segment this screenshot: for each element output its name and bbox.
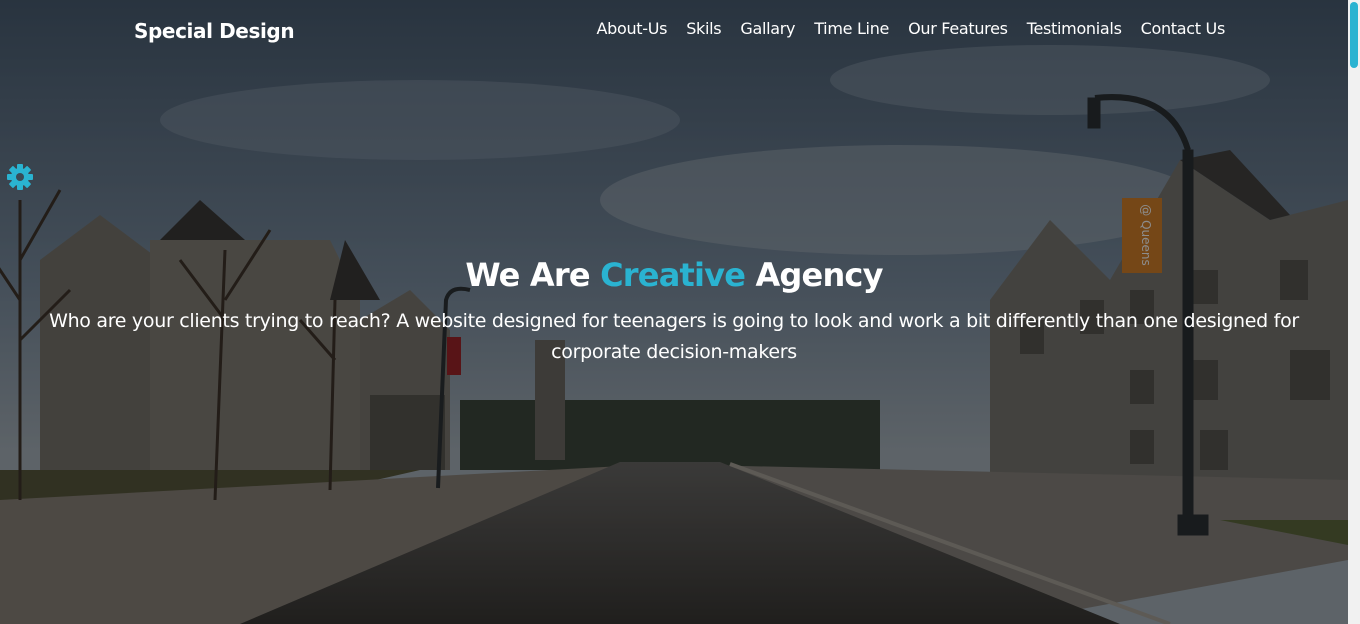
- scrollbar-thumb[interactable]: [1350, 2, 1358, 68]
- nav-link-our-features[interactable]: Our Features: [908, 19, 1008, 38]
- nav-link-testimonials[interactable]: Testimonials: [1027, 19, 1122, 38]
- site-logo[interactable]: Special Design: [134, 19, 295, 43]
- page-scrollbar[interactable]: [1348, 0, 1360, 624]
- nav-link-gallery[interactable]: Gallary: [740, 19, 795, 38]
- nav-link-time-line[interactable]: Time Line: [814, 19, 889, 38]
- nav-link-about-us[interactable]: About-Us: [596, 19, 667, 38]
- hero-title: We Are Creative Agency: [0, 256, 1348, 294]
- hero-subtitle: Who are your clients trying to reach? A …: [49, 310, 1299, 363]
- gear-icon[interactable]: [6, 163, 34, 191]
- main-navigation: About-Us Skils Gallary Time Line Our Fea…: [596, 19, 1225, 38]
- hero-title-accent: Creative: [600, 256, 746, 294]
- nav-link-contact-us[interactable]: Contact Us: [1141, 19, 1226, 38]
- nav-link-skills[interactable]: Skils: [686, 19, 721, 38]
- hero-title-suffix: Agency: [745, 256, 883, 294]
- hero-title-prefix: We Are: [465, 256, 601, 294]
